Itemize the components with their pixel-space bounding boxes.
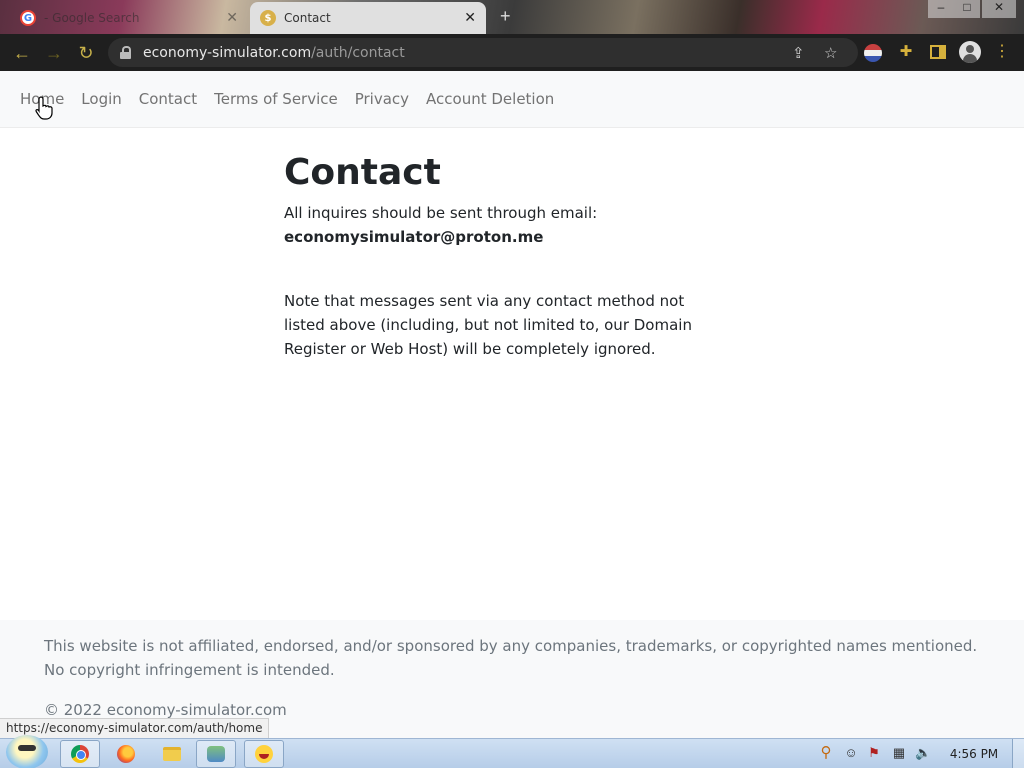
share-icon[interactable]: ⇪ bbox=[792, 44, 805, 62]
profile-avatar-icon[interactable] bbox=[959, 41, 981, 63]
maximize-button[interactable]: □ bbox=[954, 0, 980, 18]
tray-volume-icon[interactable]: 🔈 bbox=[915, 745, 931, 761]
contact-email: economysimulator@proton.me bbox=[284, 228, 544, 246]
menu-kebab-icon[interactable]: ⋮ bbox=[992, 42, 1012, 62]
site-favicon-icon: $ bbox=[260, 10, 276, 26]
back-arrow-icon[interactable]: ← bbox=[11, 42, 33, 64]
browser-toolbar: ← → ↻ economy-simulator.com/auth/contact… bbox=[0, 34, 1024, 71]
url-path: /auth/contact bbox=[311, 44, 405, 61]
footer-disclaimer: This website is not affiliated, endorsed… bbox=[44, 637, 978, 679]
show-desktop-button[interactable] bbox=[1012, 739, 1024, 768]
reload-icon[interactable]: ↻ bbox=[75, 42, 97, 64]
hand-cursor-icon bbox=[35, 96, 53, 120]
chrome-icon bbox=[71, 745, 89, 763]
google-icon: G bbox=[20, 10, 36, 26]
site-navbar: Home Login Contact Terms of Service Priv… bbox=[0, 71, 1024, 128]
windows-taskbar: ⚲ ☺ ⚑ ▦ 🔈 4:56 PM bbox=[0, 735, 1024, 768]
tab-google-search[interactable]: G - Google Search ✕ bbox=[12, 2, 248, 34]
browser-tab-strip: G - Google Search ✕ $ Contact ✕ + – □ ✕ bbox=[0, 0, 1024, 34]
people-icon bbox=[207, 746, 225, 762]
tab-contact[interactable]: $ Contact ✕ bbox=[250, 2, 486, 34]
taskbar-people[interactable] bbox=[196, 740, 236, 768]
taskbar-emoji-app[interactable] bbox=[244, 740, 284, 768]
tray-network-icon[interactable]: ▦ bbox=[891, 745, 907, 761]
main-content: Contact All inquires should be sent thro… bbox=[284, 152, 724, 361]
folder-icon bbox=[163, 747, 181, 761]
taskbar-chrome[interactable] bbox=[60, 740, 100, 768]
nav-link-privacy[interactable]: Privacy bbox=[355, 90, 409, 108]
nav-link-terms[interactable]: Terms of Service bbox=[214, 90, 338, 108]
tray-search-icon[interactable]: ⚲ bbox=[818, 745, 834, 761]
nav-link-account-deletion[interactable]: Account Deletion bbox=[426, 90, 554, 108]
nav-link-login[interactable]: Login bbox=[81, 90, 121, 108]
taskbar-folder[interactable] bbox=[152, 740, 192, 768]
close-icon[interactable]: ✕ bbox=[464, 10, 476, 26]
minimize-button[interactable]: – bbox=[928, 0, 954, 18]
tab-title: - Google Search bbox=[44, 11, 140, 25]
window-close-button[interactable]: ✕ bbox=[982, 0, 1016, 18]
taskbar-clock[interactable]: 4:56 PM bbox=[946, 739, 1002, 768]
page-title: Contact bbox=[284, 152, 441, 193]
start-button-icon[interactable] bbox=[6, 735, 48, 768]
close-icon[interactable]: ✕ bbox=[226, 10, 238, 26]
link-status-bubble: https://economy-simulator.com/auth/home bbox=[0, 718, 270, 738]
contact-intro: All inquires should be sent through emai… bbox=[284, 204, 598, 222]
firefox-icon bbox=[117, 745, 135, 763]
lock-icon[interactable] bbox=[120, 46, 131, 59]
bookmark-star-icon[interactable]: ☆ bbox=[824, 44, 837, 62]
tray-flag-icon[interactable]: ⚑ bbox=[866, 745, 882, 761]
nav-link-contact[interactable]: Contact bbox=[139, 90, 197, 108]
taskbar-firefox[interactable] bbox=[106, 740, 146, 768]
side-panel-icon[interactable] bbox=[928, 42, 948, 62]
extensions-puzzle-icon[interactable]: ✚ bbox=[896, 42, 916, 62]
address-bar[interactable]: economy-simulator.com/auth/contact ⇪ ☆ bbox=[108, 38, 858, 67]
emoji-icon bbox=[255, 745, 273, 763]
url-host: economy-simulator.com bbox=[143, 44, 312, 61]
forward-arrow-icon[interactable]: → bbox=[43, 42, 65, 64]
tray-smile-icon[interactable]: ☺ bbox=[843, 745, 859, 761]
new-tab-button[interactable]: + bbox=[500, 6, 511, 27]
tab-title: Contact bbox=[284, 11, 331, 25]
contact-note: Note that messages sent via any contact … bbox=[284, 292, 692, 358]
extension-flag-icon[interactable] bbox=[864, 44, 882, 62]
